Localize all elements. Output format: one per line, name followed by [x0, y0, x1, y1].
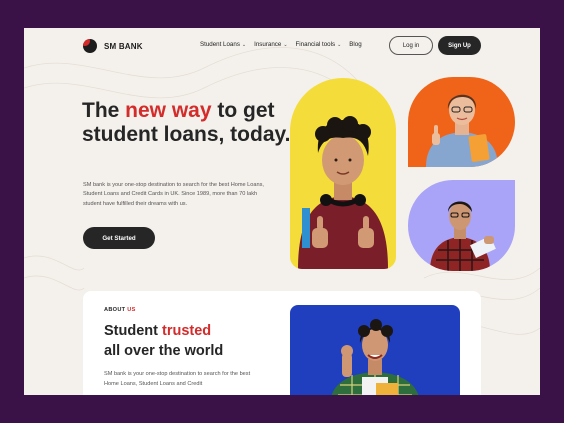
brand-name: SM BANK [104, 41, 143, 51]
nav-item-label: Blog [349, 41, 362, 48]
chevron-down-icon: ⌄ [241, 41, 247, 48]
about-title: Student trusted all over the world [104, 321, 284, 361]
chevron-down-icon: ⌄ [283, 41, 288, 48]
about-title-part1: Student [104, 323, 162, 339]
landing-page: SM BANK Student Loans ⌄ Insurance ⌄ Fina… [24, 28, 540, 395]
about-label-highlight: US [127, 307, 136, 313]
nav-item-student-loans[interactable]: Student Loans ⌄ [200, 41, 246, 48]
student-photo-with-books [408, 77, 515, 167]
nav-item-label: Student Loans [200, 41, 240, 48]
nav-item-financial-tools[interactable]: Financial tools ⌄ [296, 41, 342, 48]
nav-item-label: Insurance [254, 41, 282, 48]
logo-icon [83, 39, 97, 53]
student-photo-celebrating [290, 305, 460, 395]
about-label-part1: ABOUT [104, 307, 128, 313]
signup-button[interactable]: Sign Up [438, 36, 481, 55]
about-title-part2: all over the world [104, 343, 224, 359]
about-title-highlight: trusted [162, 323, 212, 339]
about-description: SM bank is your one-stop destination to … [104, 371, 251, 387]
chevron-down-icon: ⌄ [337, 41, 342, 48]
about-label: ABOUT US [104, 307, 136, 313]
hero-description: SM bank is your one-stop destination to … [83, 182, 264, 207]
get-started-button[interactable]: Get Started [83, 227, 155, 249]
brand-logo[interactable]: SM BANK [83, 39, 143, 53]
nav-item-insurance[interactable]: Insurance ⌄ [254, 41, 287, 48]
hero-title: The new way to get student loans, today. [82, 99, 292, 146]
login-button[interactable]: Log in [389, 36, 433, 55]
nav-item-blog[interactable]: Blog [349, 41, 361, 48]
hero-title-part1: The [82, 99, 126, 122]
student-photo-thumbs-up [290, 78, 396, 269]
main-nav: Student Loans ⌄ Insurance ⌄ Financial to… [200, 41, 362, 48]
student-photo-with-notebook [408, 180, 515, 271]
hero-title-highlight: new way [125, 99, 212, 122]
nav-item-label: Financial tools [295, 41, 336, 48]
